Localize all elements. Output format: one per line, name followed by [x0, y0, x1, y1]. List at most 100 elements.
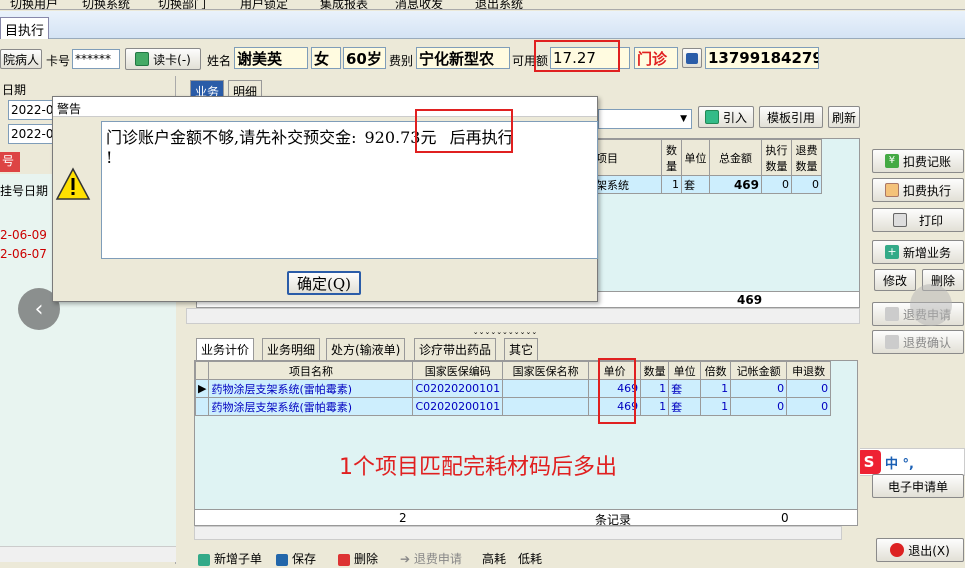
bottom-grid-container: 项目名称 国家医保编码 国家医保名称 单价 数量 单位 倍数 记帐金额 申退数 … [194, 360, 858, 526]
right-nav-next-button[interactable] [910, 284, 952, 326]
dialog-message-line2: ! [106, 148, 113, 167]
import-icon [704, 110, 719, 124]
save-button[interactable]: 保存 [276, 550, 316, 567]
warning-icon [55, 167, 91, 201]
toolbar-item-message[interactable]: 消息收发 [395, 0, 443, 9]
chevron-down-icon: ▼ [680, 114, 687, 124]
reg-row-2[interactable]: 2-06-07 [0, 247, 47, 261]
phone-icon [686, 52, 698, 64]
phone-field[interactable]: 13799184279 [705, 47, 819, 69]
splitter-handle[interactable]: ⌄⌄⌄⌄⌄⌄⌄⌄⌄⌄⌄ [420, 328, 590, 336]
delete-sub-button[interactable]: 删除 [338, 550, 378, 567]
gender-field[interactable]: 女 [311, 47, 341, 69]
col-unit[interactable]: 单位 [668, 361, 702, 380]
import-button[interactable]: 引入 [698, 106, 754, 128]
add-icon: + [884, 245, 899, 259]
window-tab-exec[interactable]: 目执行 [0, 17, 50, 39]
fee-type-label: 费别 [389, 54, 414, 68]
deduct-record-button[interactable]: ¥ 扣费记账 [872, 149, 964, 173]
dialog-amount-highlight [415, 109, 513, 153]
col-item[interactable]: 项目 [593, 139, 662, 176]
refund-icon [884, 307, 899, 321]
age-field[interactable]: 60岁 [343, 47, 386, 69]
phone-icon-button[interactable] [682, 48, 702, 68]
deduct-exec-button[interactable]: 扣费执行 [872, 178, 964, 202]
bottom-toolbar: 新增子单 保存 删除 ➔ 退费申请 高耗 低耗 [186, 548, 860, 568]
toolbar-item-report[interactable]: 集成报表 [320, 0, 368, 9]
col-qty[interactable]: 数量 [640, 361, 670, 380]
top-toolbar: 切换用户 切换系统 切换部门 用户锁定 集成报表 消息收发 退出系统 [0, 0, 965, 10]
tab-business-detail[interactable]: 业务明细 [262, 338, 321, 360]
col-multiple[interactable]: 倍数 [700, 361, 732, 380]
delete-icon [338, 553, 350, 566]
toolbar-item-switch-dept[interactable]: 切换部门 [158, 0, 206, 9]
top-combobox[interactable]: ▼ [598, 109, 692, 129]
col-item-name[interactable]: 项目名称 [208, 361, 414, 380]
date-title: 日期 [2, 83, 27, 97]
col-national-code[interactable]: 国家医保编码 [412, 361, 504, 380]
toolbar-item-switch-system[interactable]: 切换系统 [82, 0, 130, 9]
refund-apply-sub-button[interactable]: ➔ 退费申请 [400, 550, 462, 567]
table-row[interactable]: ▶ 药物涂层支架系统(雷帕霉素) C02020200101 469 1 套 1 … [195, 379, 832, 398]
toolbar-item-switch-user[interactable]: 切换用户 [10, 0, 58, 9]
tab-drugs[interactable]: 诊疗带出药品 [414, 338, 497, 360]
print-button[interactable]: 打印 [872, 208, 964, 232]
tab-prescription[interactable]: 处方(输液单) [326, 338, 406, 360]
card-label: 卡号 [46, 54, 71, 68]
dialog-ok-button[interactable]: 确定(Q) [287, 271, 361, 295]
add-business-button[interactable]: + 新增业务 [872, 240, 964, 264]
refund-confirm-icon [884, 335, 899, 349]
patient-type-button[interactable]: 院病人 [0, 49, 42, 69]
table-row[interactable]: 架系统 1 套 469 0 0 [593, 175, 822, 194]
dialog-message-line1: 门诊账户金额不够,请先补交预交金: 920.73元 后再执行 [106, 128, 514, 147]
bottom-grid-footer: 2 条记录 0 [195, 509, 857, 525]
left-horizontal-scrollbar[interactable] [0, 546, 176, 562]
top-horizontal-scrollbar[interactable] [186, 308, 860, 324]
reg-row-1[interactable]: 2-06-09 [0, 228, 47, 242]
col-national-name[interactable]: 国家医保名称 [502, 361, 590, 380]
sogou-logo-icon: S [857, 450, 881, 474]
tab-pricing[interactable]: 业务计价 [196, 338, 255, 360]
window-tab-bar: 目执行 [0, 11, 965, 39]
high-consumable-button[interactable]: 高耗 [482, 550, 506, 567]
left-tab[interactable]: 号 [0, 152, 20, 172]
col-qty[interactable]: 数量 [661, 139, 682, 176]
toolbar-item-lock-user[interactable]: 用户锁定 [240, 0, 288, 9]
ime-toolbar[interactable]: S 中 °, [852, 448, 965, 476]
top-grid: 项目 数量 单位 总金额 执行数量 退费数量 架系统 1 套 469 0 0 [593, 139, 822, 194]
template-button[interactable]: 模板引用 [759, 106, 823, 128]
edit-button[interactable]: 修改 [874, 269, 916, 291]
annotation-text: 1个项目匹配完耗材码后多出 [339, 455, 617, 480]
price-column-highlight [598, 358, 636, 424]
save-icon [276, 553, 288, 566]
exit-button[interactable]: 退出(X) [876, 538, 964, 562]
right-panel: ¥ 扣费记账 扣费执行 打印 + 新增业务 修改 删除 退费申请 退费确认 S … [852, 76, 965, 568]
col-exec-qty[interactable]: 执行数量 [761, 139, 792, 176]
printer-icon [892, 213, 907, 227]
toolbar-item-exit-system[interactable]: 退出系统 [475, 0, 523, 9]
table-row[interactable]: 药物涂层支架系统(雷帕霉素) C02020200101 469 1 套 1 0 … [195, 397, 832, 416]
dialog-title-bar[interactable]: 警告 [53, 97, 597, 117]
col-amount[interactable]: 总金额 [709, 139, 762, 176]
footer-count: 2 [399, 511, 407, 525]
available-amount-highlight [534, 40, 620, 72]
e-apply-button[interactable]: 电子申请单 [872, 474, 964, 498]
chevron-left-icon: ‹ [34, 296, 44, 322]
bottom-horizontal-scrollbar[interactable] [194, 526, 842, 540]
refresh-button[interactable]: 刷新 [828, 106, 860, 128]
bottom-grid: 项目名称 国家医保编码 国家医保名称 单价 数量 单位 倍数 记帐金额 申退数 … [195, 361, 832, 416]
col-refund-qty[interactable]: 退费数量 [791, 139, 822, 176]
col-amount[interactable]: 记帐金额 [730, 361, 788, 380]
tab-other[interactable]: 其它 [504, 338, 539, 360]
low-consumable-button[interactable]: 低耗 [518, 550, 542, 567]
card-number-field[interactable]: ****** [72, 49, 120, 69]
read-card-button[interactable]: 读卡(-) [125, 48, 201, 70]
col-refund-count[interactable]: 申退数 [786, 361, 832, 380]
window-tab-label: 目执行 [5, 24, 45, 39]
refund-confirm-button[interactable]: 退费确认 [872, 330, 964, 354]
name-field[interactable]: 谢美英 [234, 47, 308, 69]
fee-type-field[interactable]: 宁化新型农 [416, 47, 510, 69]
dialog-message-box: 门诊账户金额不够,请先补交预交金: 920.73元 后再执行 ! [101, 121, 598, 259]
add-sub-order-button[interactable]: 新增子单 [198, 550, 262, 567]
col-unit[interactable]: 单位 [681, 139, 710, 176]
